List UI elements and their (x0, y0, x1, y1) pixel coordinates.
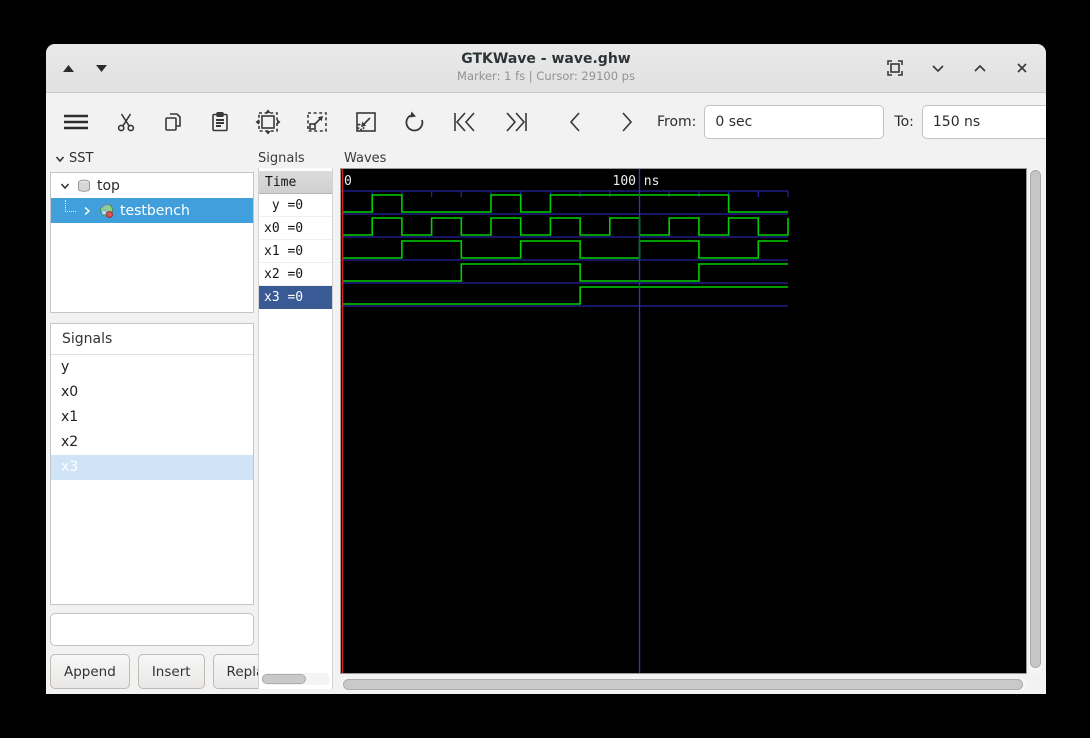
close-button[interactable] (1012, 58, 1032, 78)
fullscreen-button[interactable] (884, 57, 906, 79)
page-down-button[interactable] (93, 61, 110, 75)
signal-list-item-x3[interactable]: x3 (51, 455, 253, 480)
from-input[interactable] (704, 104, 885, 139)
skip-to-start-button[interactable] (448, 106, 482, 138)
insert-button[interactable]: Insert (137, 654, 205, 689)
zoom-fit-icon (255, 109, 281, 134)
sst-label: SST (69, 151, 94, 166)
svg-text:0: 0 (344, 174, 352, 189)
from-label: From: (657, 113, 697, 130)
waves-canvas[interactable]: 0 100 ns (340, 168, 1027, 674)
toolbar: From: To: (46, 93, 1046, 150)
undo-button[interactable] (399, 106, 431, 138)
append-button[interactable]: Append (50, 654, 130, 689)
value-row-x1[interactable]: x1 =0 (259, 240, 332, 263)
scrollbar-thumb[interactable] (343, 679, 1023, 690)
sst-tree: top testbench (50, 172, 254, 313)
waves-frame-label: Waves (344, 151, 387, 166)
tree-item-label: testbench (120, 202, 190, 219)
skip-to-end-button[interactable] (499, 106, 533, 138)
signal-list-header: Signals (51, 324, 253, 355)
search-input[interactable] (60, 616, 253, 643)
triangle-up-icon (63, 65, 74, 72)
menu-button[interactable] (58, 107, 94, 137)
tree-connector (65, 200, 76, 212)
value-row-x2[interactable]: x2 =0 (259, 263, 332, 286)
undo-icon (405, 111, 424, 131)
cut-icon (117, 113, 135, 131)
signal-list-item-x1[interactable]: x1 (51, 405, 253, 430)
chevron-left-icon (569, 111, 580, 132)
time-column-header[interactable]: Time (259, 171, 332, 194)
tree-item-top[interactable]: top (51, 173, 253, 198)
waves-hscrollbar[interactable] (341, 678, 1027, 691)
value-row-x0[interactable]: x0 =0 (259, 217, 332, 240)
to-input[interactable] (921, 104, 1046, 139)
zoom-out-button[interactable] (350, 106, 382, 138)
svg-text:100 ns: 100 ns (613, 174, 660, 189)
to-label: To: (894, 113, 914, 130)
chevron-right-icon (84, 206, 91, 215)
chevron-down-icon (60, 182, 70, 189)
module-icon (100, 203, 113, 218)
chevron-down-icon (55, 155, 65, 162)
zoom-out-icon (356, 111, 376, 132)
skip-to-start-icon (454, 111, 475, 132)
skip-to-end-icon (506, 111, 527, 132)
close-icon (1017, 63, 1027, 73)
page-up-button[interactable] (60, 61, 77, 75)
tree-item-testbench[interactable]: testbench (51, 198, 253, 223)
value-row-y[interactable]: y =0 (259, 194, 332, 217)
step-forward-button[interactable] (613, 106, 641, 138)
waves-svg: 0 100 ns (341, 169, 789, 673)
signal-list: Signals y x0 x1 x2 x3 (50, 323, 254, 605)
titlebar[interactable]: GTKWave - wave.ghw Marker: 1 fs | Cursor… (46, 44, 1046, 93)
scrollbar-thumb[interactable] (262, 674, 306, 684)
zoom-in-icon (307, 111, 327, 132)
copy-button[interactable] (158, 107, 188, 137)
chevron-down-icon (932, 65, 944, 73)
signal-values-hscrollbar[interactable] (261, 673, 330, 685)
maximize-button[interactable] (970, 58, 990, 78)
hierarchy-root-icon (78, 179, 90, 192)
minimize-button[interactable] (928, 58, 948, 78)
step-back-button[interactable] (561, 106, 589, 138)
paste-icon (212, 111, 228, 131)
cut-button[interactable] (111, 107, 141, 137)
fullscreen-icon (887, 60, 903, 76)
tree-item-label: top (97, 177, 120, 194)
zoom-fit-button[interactable] (252, 106, 284, 138)
gtkwave-window: GTKWave - wave.ghw Marker: 1 fs | Cursor… (46, 44, 1046, 694)
signal-values-panel: Time y =0 x0 =0 x1 =0 x2 =0 x3 =0 (258, 168, 333, 689)
zoom-in-button[interactable] (301, 106, 333, 138)
menu-icon (64, 114, 88, 129)
value-row-x3[interactable]: x3 =0 (259, 286, 332, 309)
waves-vscrollbar[interactable] (1029, 168, 1042, 674)
chevron-right-icon (622, 111, 633, 132)
chevron-up-icon (974, 64, 986, 72)
signals-frame-label: Signals (258, 151, 305, 166)
signal-list-item-x2[interactable]: x2 (51, 430, 253, 455)
scrollbar-thumb[interactable] (1030, 170, 1041, 668)
signal-list-item-y[interactable]: y (51, 355, 253, 380)
sst-expander[interactable]: SST (54, 151, 93, 166)
paste-button[interactable] (205, 107, 235, 137)
signal-search[interactable] (50, 613, 254, 646)
copy-icon (165, 112, 181, 131)
triangle-down-icon (96, 65, 107, 72)
signal-list-item-x0[interactable]: x0 (51, 380, 253, 405)
